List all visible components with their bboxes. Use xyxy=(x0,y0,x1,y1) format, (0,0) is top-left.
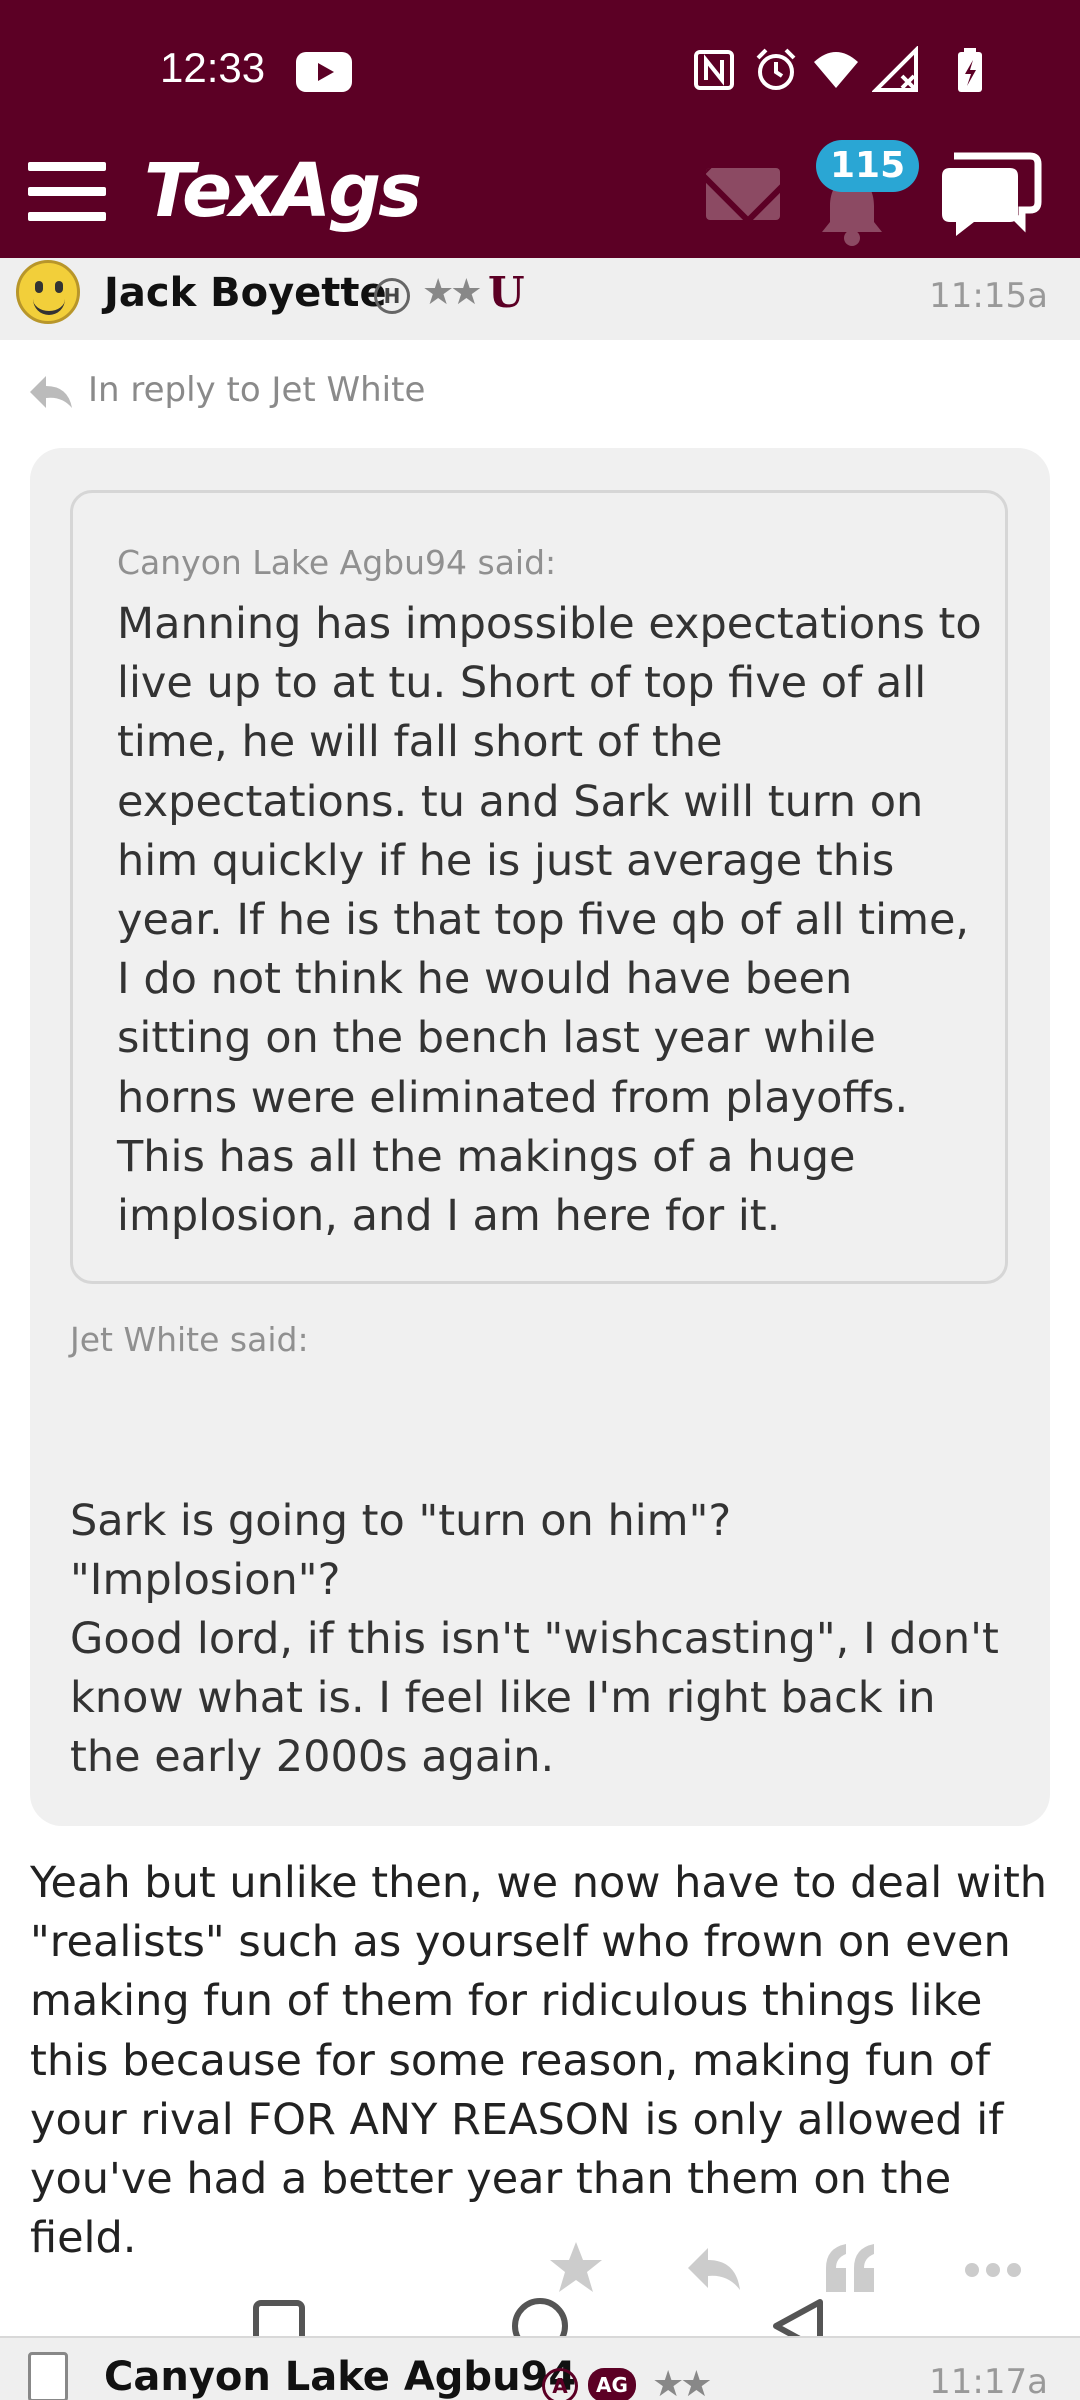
reply-arrow-icon xyxy=(30,376,72,408)
app-bar: TexAgs 115 xyxy=(0,140,1080,258)
user-badge: H xyxy=(374,278,410,314)
post-username[interactable]: Jack Boyette xyxy=(104,270,387,316)
nfc-icon xyxy=(694,50,734,90)
status-bar: 12:33 xyxy=(0,0,1080,140)
battery-icon xyxy=(958,48,982,92)
reply-to-text: In reply to Jet White xyxy=(88,370,426,410)
notification-count-badge[interactable]: 115 xyxy=(816,140,920,192)
ag-badge: AG xyxy=(588,2368,636,2400)
status-time: 12:33 xyxy=(160,44,266,91)
user-stars: ★★ xyxy=(422,272,483,313)
chat-icon[interactable] xyxy=(934,150,1044,240)
alarm-icon xyxy=(756,48,796,90)
quote-text-line: Sark is going to "turn on him"? "Implosi… xyxy=(70,1496,732,1606)
youtube-icon xyxy=(296,52,352,92)
next-post-header: Canyon Lake Agbu94 A AG ★★ 11:17a xyxy=(0,2336,1080,2400)
signal-icon xyxy=(872,46,918,92)
app-logo[interactable]: TexAgs xyxy=(144,148,422,234)
avatar[interactable] xyxy=(16,260,80,324)
mail-icon[interactable] xyxy=(706,168,780,220)
next-user-stars: ★★ xyxy=(652,2364,713,2400)
nested-quote-text: Manning has impossible expectations to l… xyxy=(117,599,982,1242)
top-bar: 12:33 TexAgs 115 xyxy=(0,0,1080,258)
next-post-time: 11:17a xyxy=(929,2362,1048,2400)
post-body: Yeah but unlike then, we now have to dea… xyxy=(30,1858,1048,2264)
post-time: 11:15a xyxy=(929,276,1048,316)
quote-block: Canyon Lake Agbu94 said: Manning has imp… xyxy=(30,448,1050,1826)
nested-quote-author[interactable]: Canyon Lake Agbu94 said: xyxy=(117,543,556,582)
next-post-username[interactable]: Canyon Lake Agbu94 xyxy=(104,2354,576,2400)
wifi-icon xyxy=(814,52,858,88)
school-logo-icon: U xyxy=(488,268,525,317)
menu-icon[interactable] xyxy=(28,162,106,222)
next-user-badge: A xyxy=(542,2368,578,2400)
post-header: Jack Boyette H ★★ U 11:15a xyxy=(0,258,1080,340)
quote-text-paragraph: Good lord, if this isn't "wishcasting", … xyxy=(70,1614,999,1783)
nested-quote-block: Canyon Lake Agbu94 said: Manning has imp… xyxy=(70,490,1008,1284)
document-icon xyxy=(28,2352,68,2400)
quote-author[interactable]: Jet White said: xyxy=(70,1320,309,1359)
